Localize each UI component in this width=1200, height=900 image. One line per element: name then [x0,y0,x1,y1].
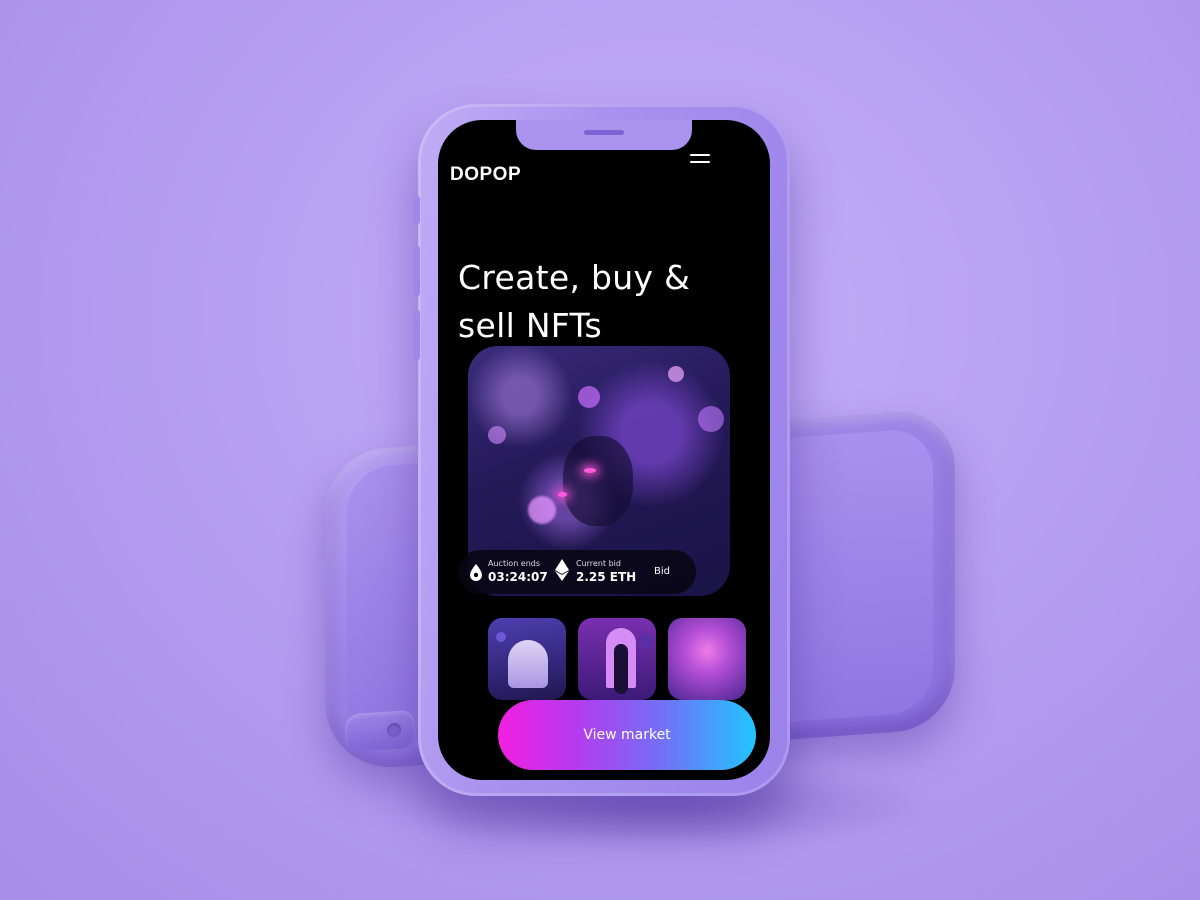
auction-info-bar: Auction ends 03:24:07 Current bid 2.25 E… [458,550,696,594]
phone-mockup: DOPOP Create, buy & sell NFTs Auction en… [414,104,790,796]
shadow-figure [563,436,633,526]
back-camera-icon [345,709,415,753]
volume-up-button [414,246,420,296]
bid-button[interactable]: Bid [654,566,670,577]
ethereum-icon [555,559,569,581]
current-bid-label: Current bid [576,559,621,568]
hamburger-menu-icon[interactable] [690,154,710,168]
drop-icon [470,564,482,581]
app-screen: DOPOP Create, buy & sell NFTs Auction en… [438,120,770,780]
bokeh-light [578,386,600,408]
nft-thumbnail-abstract[interactable] [668,618,746,700]
nft-thumbnail-figure[interactable] [578,618,656,700]
current-bid-value: 2.25 ETH [576,570,637,584]
bokeh-light [488,426,506,444]
auction-ends-value: 03:24:07 [488,570,548,584]
speaker-grille [584,130,624,135]
app-logo[interactable]: DOPOP [450,164,521,186]
auction-ends-label: Auction ends [488,559,541,568]
nft-thumbnail-row [488,618,748,702]
bokeh-light [528,496,556,524]
bokeh-light [668,366,684,382]
headline-line-2: sell NFTs [458,306,602,345]
view-market-button[interactable]: View market [498,700,756,770]
glowing-eye [584,468,596,473]
glowing-eye [558,492,567,497]
nft-thumbnail-ghost[interactable] [488,618,566,700]
volume-down-button [414,310,420,360]
page-headline: Create, buy & sell NFTs [458,254,758,350]
headline-line-1: Create, buy & [458,258,691,297]
mute-switch [414,196,420,224]
bokeh-light [698,406,724,432]
phone-notch [516,120,692,150]
